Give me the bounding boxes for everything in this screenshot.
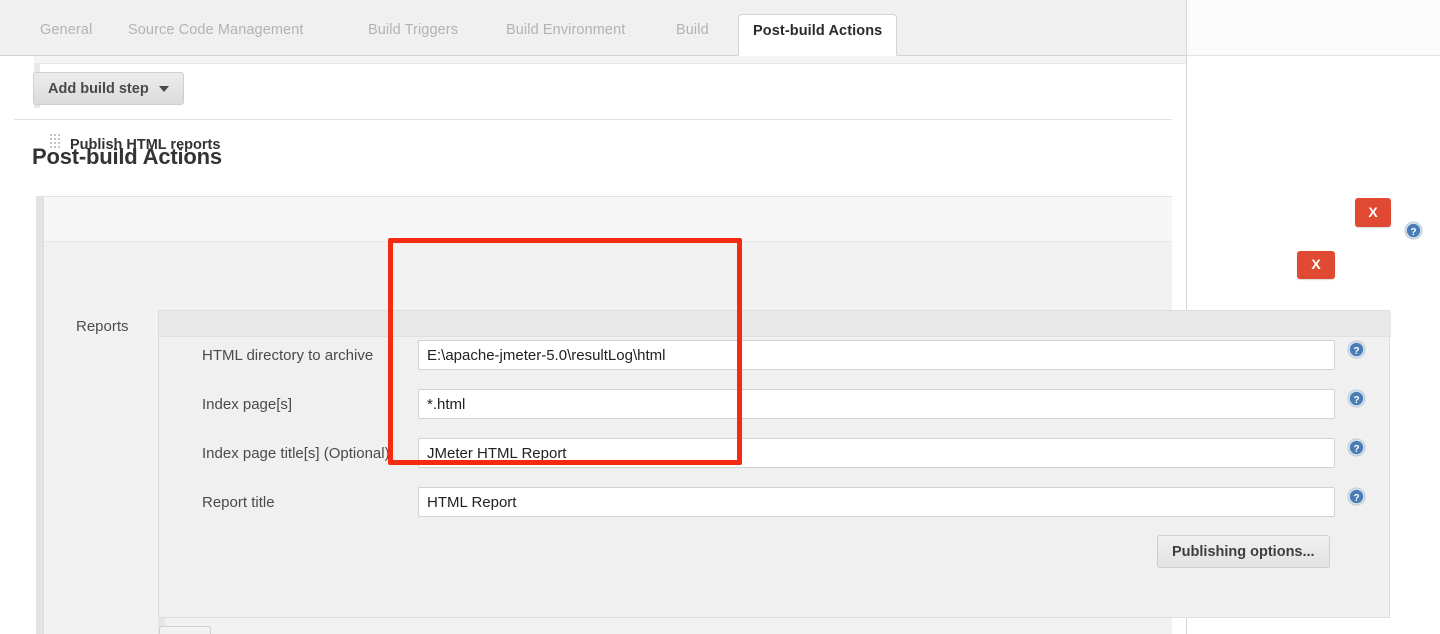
drag-handle-icon[interactable] (50, 134, 62, 148)
tab-source-code-management[interactable]: Source Code Management (114, 14, 318, 56)
help-question-icon[interactable]: ? (1347, 340, 1366, 359)
svg-text:?: ? (1353, 395, 1359, 406)
tab-build-triggers[interactable]: Build Triggers (354, 14, 472, 56)
delete-report-button[interactable]: X (1297, 251, 1335, 279)
help-question-icon[interactable]: ? (1347, 389, 1366, 408)
block-header (44, 197, 1172, 242)
publishing-options-button[interactable]: Publishing options... (1157, 535, 1330, 568)
tab-label: Build Environment (506, 22, 626, 38)
index-page-titles-input[interactable] (418, 438, 1335, 468)
reports-panel-header (159, 311, 1391, 337)
tab-label: Source Code Management (128, 22, 304, 38)
previous-build-step-block (14, 56, 1186, 120)
publisher-title: Publish HTML reports (70, 137, 221, 153)
tab-build-environment[interactable]: Build Environment (492, 14, 639, 56)
tab-build[interactable]: Build (662, 14, 723, 56)
help-question-icon[interactable]: ? (1347, 438, 1366, 457)
svg-text:?: ? (1410, 227, 1416, 238)
delete-publisher-label: X (1368, 204, 1378, 220)
tab-label: Build (676, 22, 709, 38)
label-report-title: Report title (202, 494, 275, 511)
svg-text:?: ? (1353, 493, 1359, 504)
jenkins-job-config-page: General Source Code Management Build Tri… (0, 0, 1440, 634)
tab-label: Build Triggers (368, 22, 459, 38)
right-header-area: Advanced... (1187, 0, 1440, 56)
main-content: Add build step Post-build Actions Publis… (0, 56, 1391, 634)
tab-label: Post-build Actions (753, 23, 883, 39)
build-step-separator (34, 56, 1186, 64)
svg-text:?: ? (1353, 346, 1359, 357)
add-report-button[interactable]: Add (159, 626, 211, 634)
tab-post-build-actions[interactable]: Post-build Actions (738, 14, 898, 56)
report-title-input[interactable] (418, 487, 1335, 517)
svg-text:?: ? (1353, 444, 1359, 455)
label-index-pages: Index page[s] (202, 396, 293, 413)
publishing-options-label: Publishing options... (1172, 544, 1315, 560)
html-directory-to-archive-input[interactable] (418, 340, 1335, 370)
add-build-step-button[interactable]: Add build step (33, 72, 184, 105)
index-pages-input[interactable] (418, 389, 1335, 419)
reports-field-label: Reports (76, 318, 129, 335)
help-question-icon[interactable]: ? (1404, 221, 1423, 240)
label-index-page-titles: Index page title[s] (Optional) (202, 445, 390, 462)
help-question-icon[interactable]: ? (1347, 487, 1366, 506)
block-drag-rail (37, 197, 44, 634)
add-build-step-label: Add build step (48, 81, 149, 97)
delete-publisher-button[interactable]: X (1355, 198, 1391, 227)
tab-general[interactable]: General (26, 14, 106, 56)
label-html-directory-to-archive: HTML directory to archive (202, 347, 374, 364)
delete-report-label: X (1311, 256, 1321, 272)
chevron-down-icon (158, 86, 169, 93)
tab-label: General (40, 22, 93, 38)
